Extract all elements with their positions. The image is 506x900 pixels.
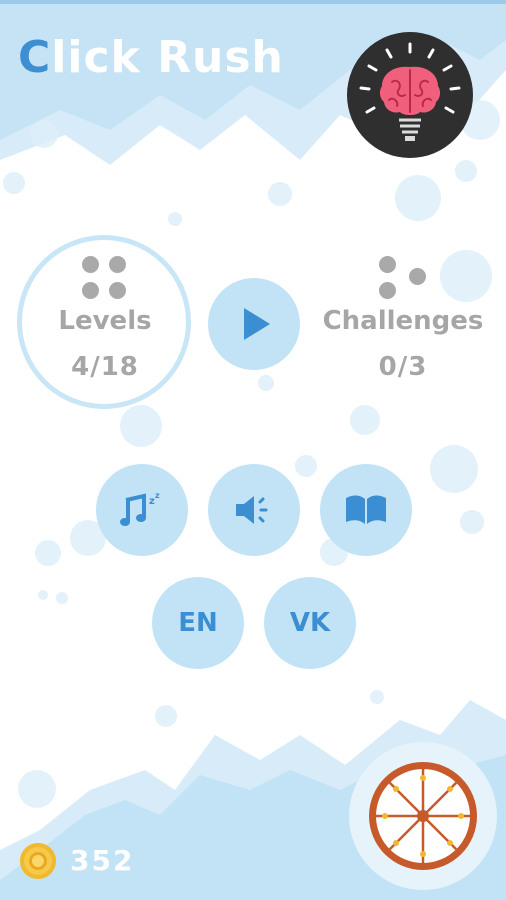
coin-icon bbox=[20, 843, 56, 879]
bubble bbox=[56, 592, 68, 604]
challenges-progress: 0/3 bbox=[378, 352, 428, 382]
book-button[interactable] bbox=[320, 464, 412, 556]
svg-text:z: z bbox=[155, 491, 160, 500]
speaker-icon bbox=[236, 496, 268, 524]
sound-toggle-button[interactable] bbox=[208, 464, 300, 556]
bubble bbox=[38, 590, 48, 600]
bubble bbox=[168, 212, 182, 226]
bubble bbox=[395, 175, 441, 221]
challenges-icon bbox=[379, 256, 429, 302]
fortune-wheel-button[interactable] bbox=[349, 742, 497, 890]
bubble bbox=[460, 510, 484, 534]
bubble bbox=[18, 770, 56, 808]
levels-label: Levels bbox=[58, 306, 152, 336]
fortune-wheel-icon bbox=[369, 762, 477, 870]
play-button[interactable] bbox=[208, 278, 300, 370]
levels-info: Levels 4/18 bbox=[30, 306, 180, 382]
bubble bbox=[120, 405, 162, 447]
levels-progress: 4/18 bbox=[71, 352, 139, 382]
bubble bbox=[35, 540, 61, 566]
bubble bbox=[258, 375, 274, 391]
bubble bbox=[30, 120, 58, 148]
levels-icon bbox=[82, 256, 130, 304]
bubble bbox=[155, 705, 177, 727]
challenges-label: Challenges bbox=[322, 306, 484, 336]
bubble bbox=[370, 690, 384, 704]
music-note-sleep-icon: z z bbox=[120, 491, 160, 526]
music-toggle-button[interactable]: z z bbox=[96, 464, 188, 556]
bubble bbox=[350, 405, 380, 435]
game-title: Click Rush bbox=[18, 32, 284, 83]
bubble bbox=[3, 172, 25, 194]
language-button[interactable]: EN bbox=[152, 577, 244, 669]
coin-count: 352 bbox=[70, 844, 135, 877]
brain-lightbulb-icon[interactable] bbox=[347, 32, 473, 158]
bubble bbox=[295, 455, 317, 477]
challenges-button[interactable]: Challenges 0/3 bbox=[312, 306, 494, 382]
bubble bbox=[455, 160, 477, 182]
bubble bbox=[268, 182, 292, 206]
play-icon bbox=[244, 308, 270, 340]
vk-button[interactable]: VK bbox=[264, 577, 356, 669]
bubble bbox=[440, 250, 492, 302]
bubble bbox=[430, 445, 478, 493]
book-icon bbox=[346, 495, 386, 524]
